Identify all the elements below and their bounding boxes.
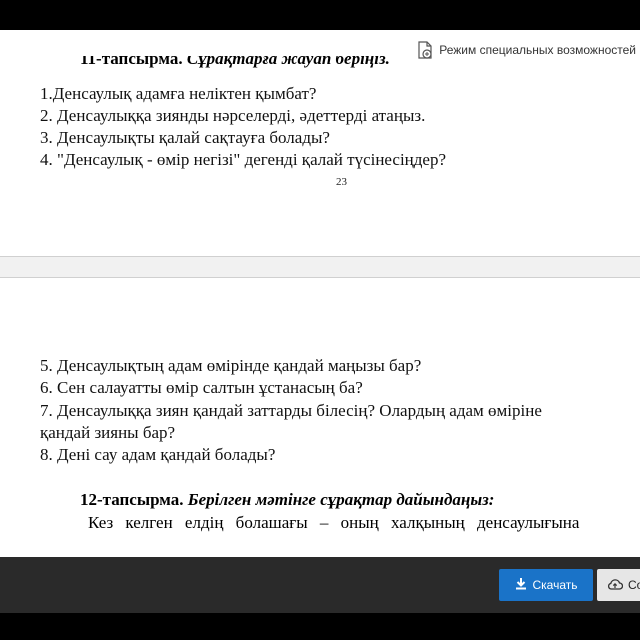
accessibility-mode-label[interactable]: Режим специальных возможностей	[439, 43, 636, 57]
page-number: 23	[336, 176, 347, 188]
task11-text: Сұрақтарға жауап беріңіз.	[186, 56, 390, 68]
question-line: қандай зияны бар?	[40, 423, 176, 442]
page-separator	[0, 256, 640, 278]
question-line: 2. Денсаулыққа зиянды нәрселерді, әдетте…	[40, 106, 426, 125]
question-line: 3. Денсаулықты қалай сақтауға болады?	[40, 128, 330, 147]
task12-heading: 12-тапсырма. Берілген мәтінге сұрақтар д…	[80, 489, 494, 511]
task11-number: 11-тапсырма.	[80, 56, 183, 68]
body-paragraph: Кез келген елдің болашағы – оның халқыны…	[88, 513, 580, 532]
download-label: Скачать	[532, 578, 578, 592]
cloud-upload-icon	[607, 578, 624, 593]
question-line: 7. Денсаулыққа зиян қандай заттарды біле…	[40, 401, 542, 420]
task12-text: Берілген мәтінге сұрақтар дайындаңыз:	[187, 490, 495, 509]
question-line: 4. "Денсаулық - өмір негізі" дегенді қал…	[40, 150, 447, 169]
task12-number: 12-тапсырма.	[80, 490, 184, 509]
question-line: 6. Сен салауатты өмір салтын ұстанасың б…	[40, 378, 363, 397]
bottom-black-strip	[0, 613, 640, 640]
save-to-cloud-button[interactable]: Со	[597, 569, 640, 601]
top-black-bar	[0, 0, 640, 30]
download-button[interactable]: Скачать	[499, 569, 593, 601]
download-icon	[515, 577, 527, 593]
question-line: 8. Дені сау адам қандай болады?	[40, 445, 276, 464]
question-line: 5. Денсаулықтың адам өмірінде қандай маң…	[40, 356, 422, 375]
save-label: Со	[628, 578, 640, 592]
task11-heading-cutoff: 11-тапсырма. Сұрақтарға жауап беріңіз.	[80, 56, 540, 76]
question-line: 1.Денсаулық адамға неліктен қымбат?	[40, 84, 317, 103]
